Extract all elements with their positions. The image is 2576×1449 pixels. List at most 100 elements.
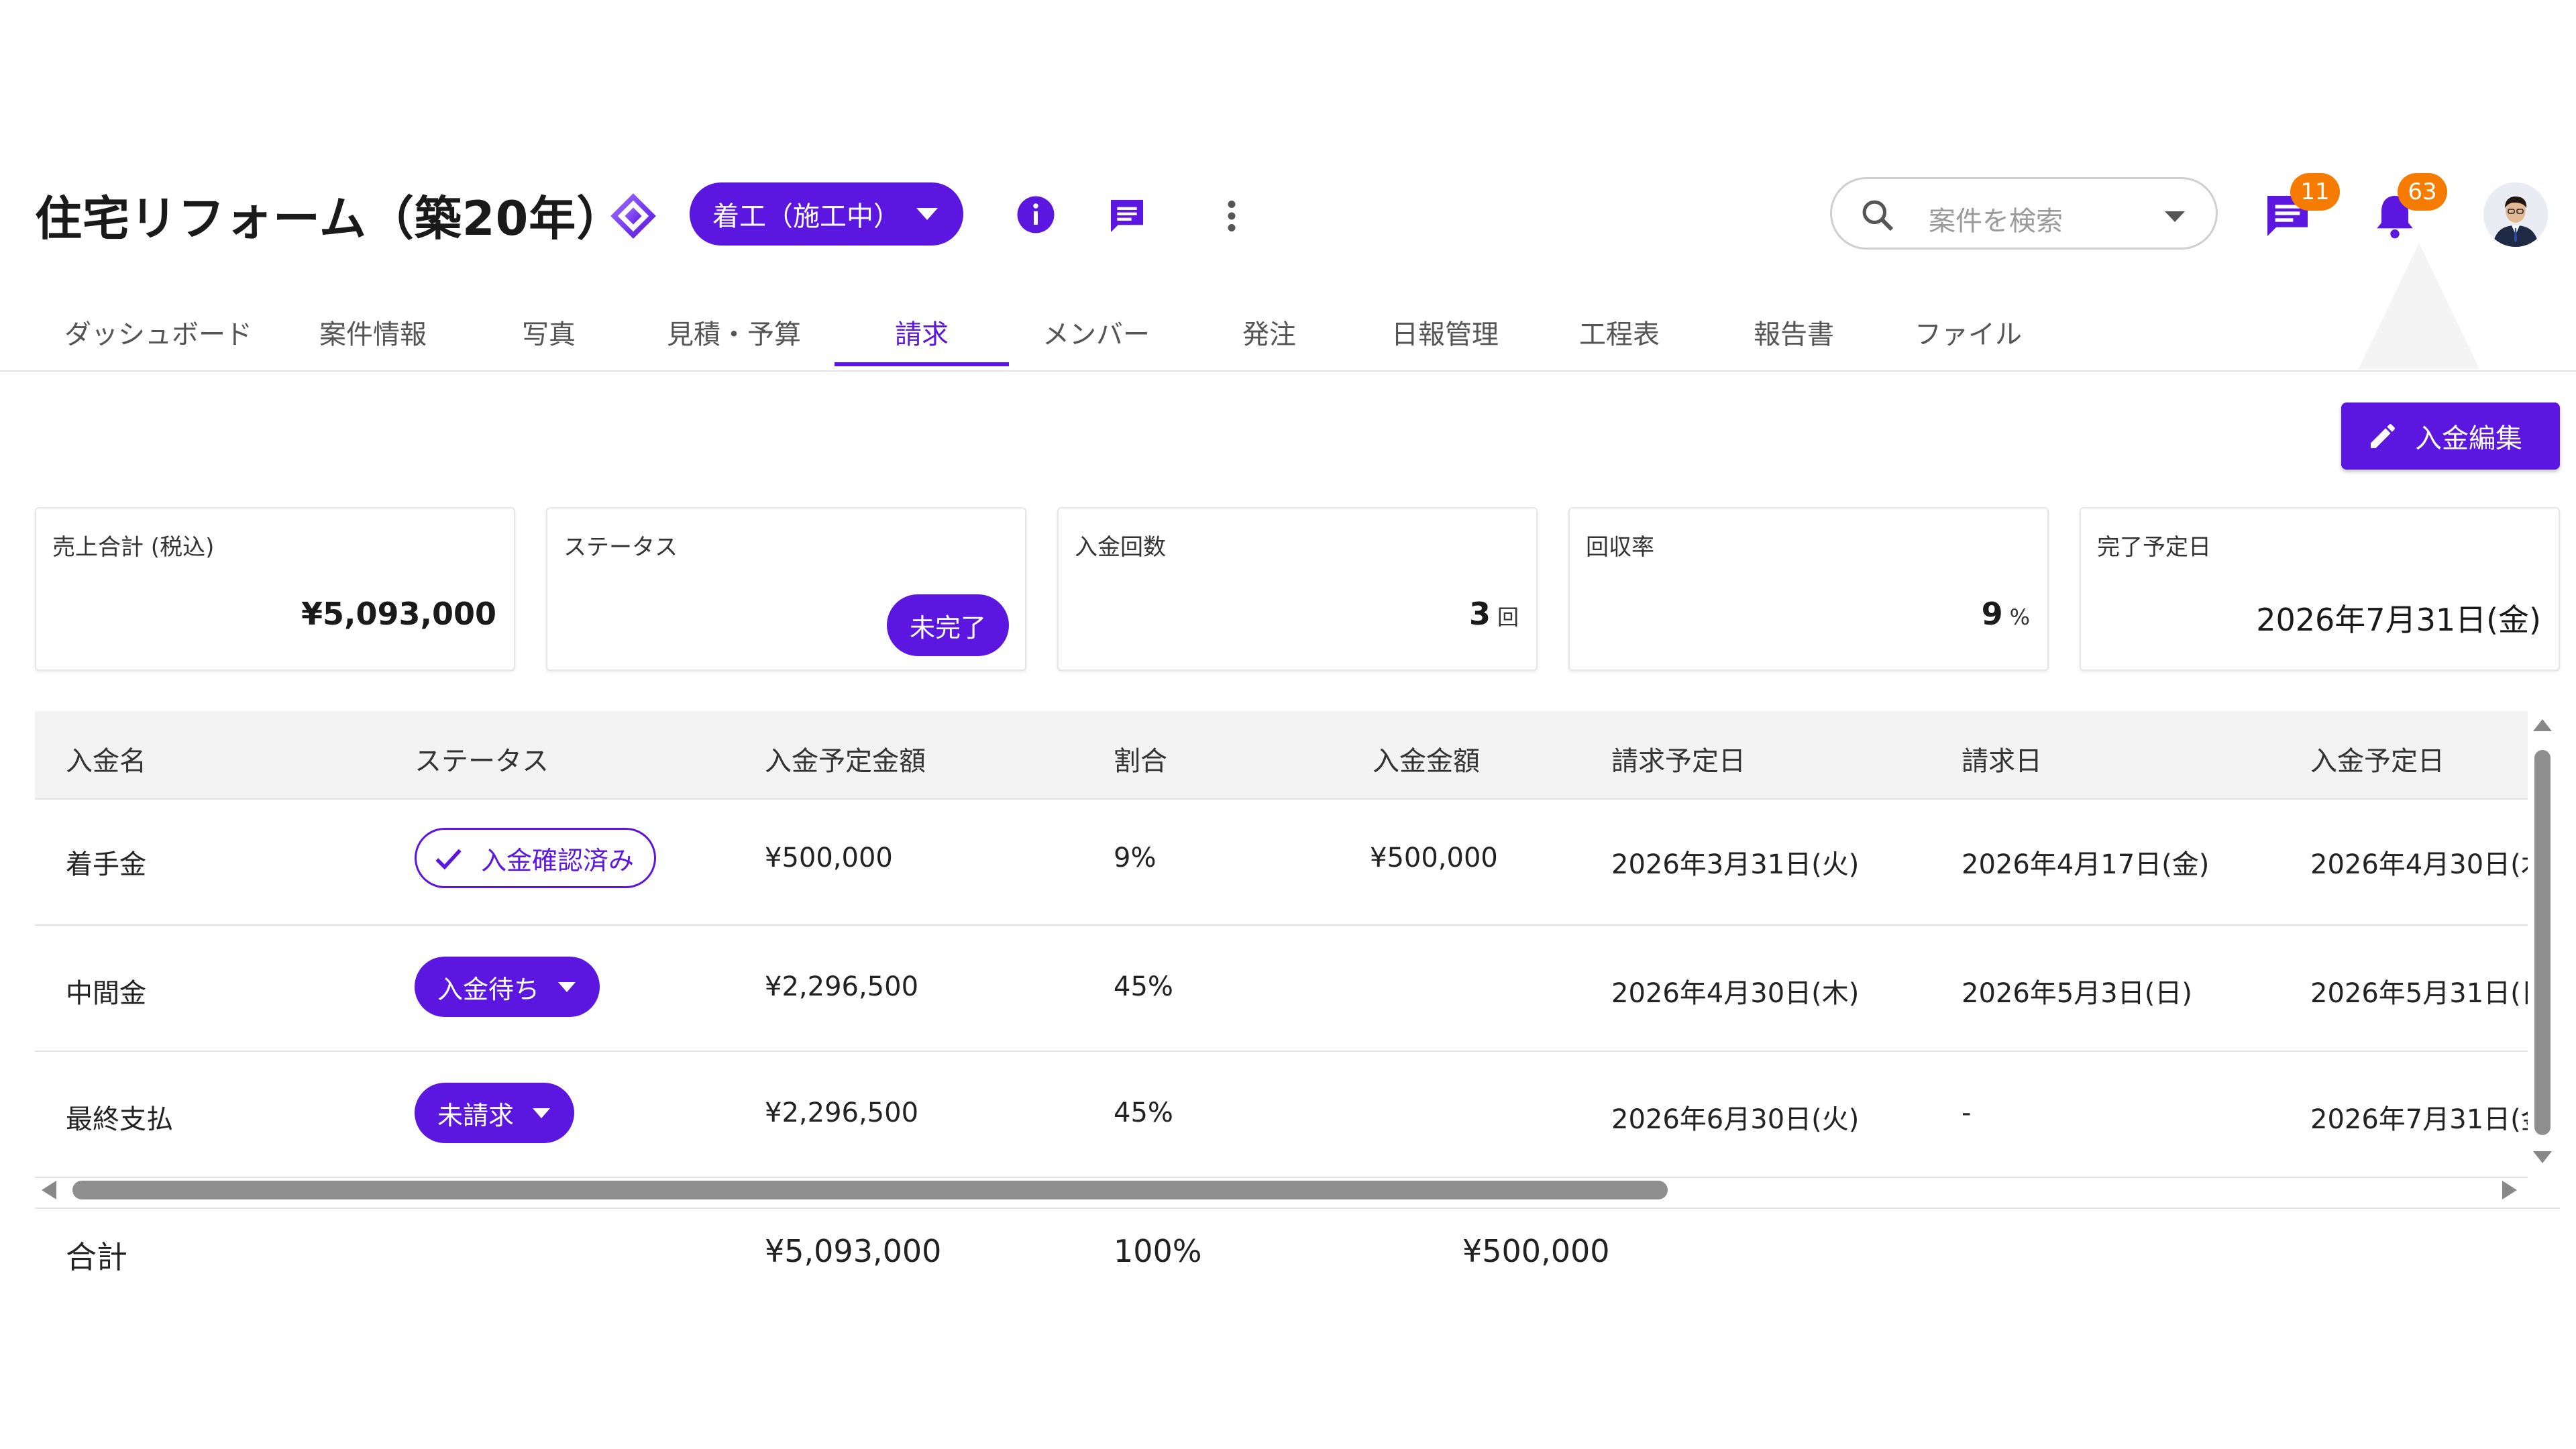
column-header[interactable]: 入金予定金額 — [765, 739, 926, 778]
tab-files[interactable]: ファイル — [1915, 313, 2022, 352]
planned-amount: ¥500,000 — [765, 843, 893, 873]
table-row[interactable]: 最終支払 未請求 ¥2,296,500 45% 2026年6月30日(火) - … — [35, 1052, 2528, 1178]
tab-photos[interactable]: 写真 — [522, 313, 576, 352]
card-value: ¥5,093,000 — [301, 596, 496, 632]
handshake-icon — [610, 193, 656, 239]
card-label: 売上合計 (税込) — [52, 534, 215, 561]
ratio: 45% — [1114, 971, 1173, 1002]
payment-status-dropdown[interactable]: 入金待ち — [415, 957, 600, 1017]
notifications-button[interactable]: 63 — [2368, 173, 2447, 243]
card-value: 2026年7月31日(金) — [2256, 602, 2541, 638]
tab-daily-reports[interactable]: 日報管理 — [1391, 313, 1499, 352]
tab-project-info[interactable]: 案件情報 — [319, 313, 427, 352]
column-header[interactable]: 入金名 — [66, 739, 146, 778]
summary-card-sales-total: 売上合計 (税込) ¥5,093,000 — [35, 507, 515, 671]
tab-members[interactable]: メンバー — [1042, 313, 1150, 352]
payment-status-label: 未請求 — [437, 1100, 515, 1130]
scroll-left-arrow-icon[interactable] — [42, 1181, 56, 1199]
received-amount: ¥500,000 — [1370, 843, 1498, 873]
vertical-scrollbar-thumb[interactable] — [2534, 750, 2551, 1135]
column-header[interactable]: ステータス — [415, 739, 549, 778]
card-label: ステータス — [564, 534, 678, 561]
chevron-down-icon — [916, 208, 938, 220]
payment-status-confirmed[interactable]: 入金確認済み — [415, 828, 657, 888]
scroll-down-arrow-icon[interactable] — [2533, 1151, 2552, 1163]
scroll-up-arrow-icon[interactable] — [2533, 719, 2552, 731]
more-vertical-icon[interactable] — [1220, 196, 1244, 236]
project-status-label: 着工（施工中） — [712, 201, 900, 232]
invoice-date: - — [1962, 1097, 1972, 1128]
tab-reports[interactable]: 報告書 — [1754, 313, 1834, 352]
edit-payments-label: 入金編集 — [2415, 423, 2522, 454]
table-row[interactable]: 着手金 入金確認済み ¥500,000 9% ¥500,000 2026年3月3… — [35, 800, 2528, 926]
column-header[interactable]: 請求日 — [1962, 739, 2042, 778]
column-header[interactable]: 割合 — [1114, 739, 1167, 778]
card-value-wrap: 3回 — [1469, 596, 1519, 632]
status-badge: 未完了 — [886, 594, 1009, 656]
search-icon — [1862, 200, 1894, 231]
payment-status-label: 入金確認済み — [481, 845, 635, 875]
totals-divider — [35, 1208, 2560, 1209]
tab-orders[interactable]: 発注 — [1242, 313, 1296, 352]
user-avatar[interactable] — [2483, 182, 2548, 247]
summary-card-collection-rate: 回収率 9% — [1568, 507, 2049, 671]
messages-button[interactable]: 11 — [2261, 173, 2340, 243]
column-header[interactable]: 請求予定日 — [1611, 739, 1746, 778]
card-value: 3 — [1468, 596, 1491, 632]
payment-name: 着手金 — [66, 849, 146, 880]
invoice-plan-date: 2026年3月31日(火) — [1611, 849, 1860, 880]
check-icon — [435, 849, 462, 870]
totals-label: 合計 — [66, 1239, 127, 1275]
scroll-right-arrow-icon[interactable] — [2502, 1181, 2517, 1199]
summary-card-payment-count: 入金回数 3回 — [1057, 507, 1538, 671]
chevron-down-icon[interactable] — [2165, 211, 2185, 222]
tab-estimate-budget[interactable]: 見積・予算 — [667, 313, 801, 352]
payment-name: 最終支払 — [66, 1104, 173, 1135]
horizontal-scrollbar-thumb[interactable] — [72, 1181, 1668, 1199]
totals-received-amount: ¥500,000 — [1462, 1233, 1610, 1269]
tab-billing[interactable]: 請求 — [895, 313, 949, 352]
active-tab-indicator — [835, 362, 1009, 366]
summary-card-completion-date: 完了予定日 2026年7月31日(金) — [2080, 507, 2560, 671]
notifications-count-badge: 63 — [2398, 173, 2447, 211]
column-header[interactable]: 入金予定日 — [2310, 739, 2445, 778]
chevron-down-icon — [533, 1108, 551, 1118]
project-title: 住宅リフォーム（築20年） — [35, 191, 625, 246]
chevron-down-icon — [558, 982, 576, 992]
column-header[interactable]: 入金金額 — [1373, 739, 1480, 778]
payment-plan-date: 2026年5月31日(日 — [2310, 978, 2528, 1009]
ratio: 9% — [1114, 843, 1157, 873]
search-placeholder: 案件を検索 — [1929, 206, 2063, 237]
info-icon[interactable] — [1016, 195, 1056, 235]
payment-status-dropdown[interactable]: 未請求 — [415, 1083, 575, 1143]
summary-card-status: ステータス 未完了 — [546, 507, 1026, 671]
avatar-image — [2483, 182, 2548, 247]
ratio: 45% — [1114, 1097, 1173, 1128]
invoice-date: 2026年5月3日(日) — [1962, 978, 2192, 1009]
totals-ratio: 100% — [1114, 1233, 1202, 1269]
payment-name: 中間金 — [66, 978, 146, 1009]
tab-dashboard[interactable]: ダッシュボード — [64, 313, 252, 352]
card-unit: % — [2009, 604, 2030, 630]
project-search[interactable]: 案件を検索 — [1830, 177, 2218, 250]
edit-payments-button[interactable]: 入金編集 — [2341, 402, 2560, 470]
card-value-wrap: 9% — [1982, 596, 2030, 632]
tab-schedule[interactable]: 工程表 — [1579, 313, 1660, 352]
chat-icon[interactable] — [1106, 195, 1148, 237]
pencil-icon — [2371, 424, 2395, 448]
payment-plan-date: 2026年4月30日(木 — [2310, 849, 2528, 880]
card-unit: 回 — [1497, 604, 1519, 630]
table-header: 入金名 ステータス 入金予定金額 割合 入金金額 請求予定日 請求日 入金予定日 — [35, 711, 2528, 800]
project-status-dropdown[interactable]: 着工（施工中） — [690, 182, 963, 246]
payment-status-label: 入金待ち — [437, 974, 540, 1004]
planned-amount: ¥2,296,500 — [765, 971, 919, 1002]
tab-bar: ダッシュボード 案件情報 写真 見積・予算 請求 メンバー 発注 日報管理 工程… — [0, 295, 2576, 372]
card-value: 9 — [1981, 596, 2003, 632]
messages-count-badge: 11 — [2290, 173, 2340, 211]
card-label: 完了予定日 — [2097, 534, 2211, 561]
planned-amount: ¥2,296,500 — [765, 1097, 919, 1128]
totals-planned-amount: ¥5,093,000 — [765, 1233, 942, 1269]
payment-plan-date: 2026年7月31日(金 — [2310, 1104, 2528, 1135]
table-row[interactable]: 中間金 入金待ち ¥2,296,500 45% 2026年4月30日(木) 20… — [35, 926, 2528, 1052]
invoice-plan-date: 2026年6月30日(火) — [1611, 1104, 1860, 1135]
